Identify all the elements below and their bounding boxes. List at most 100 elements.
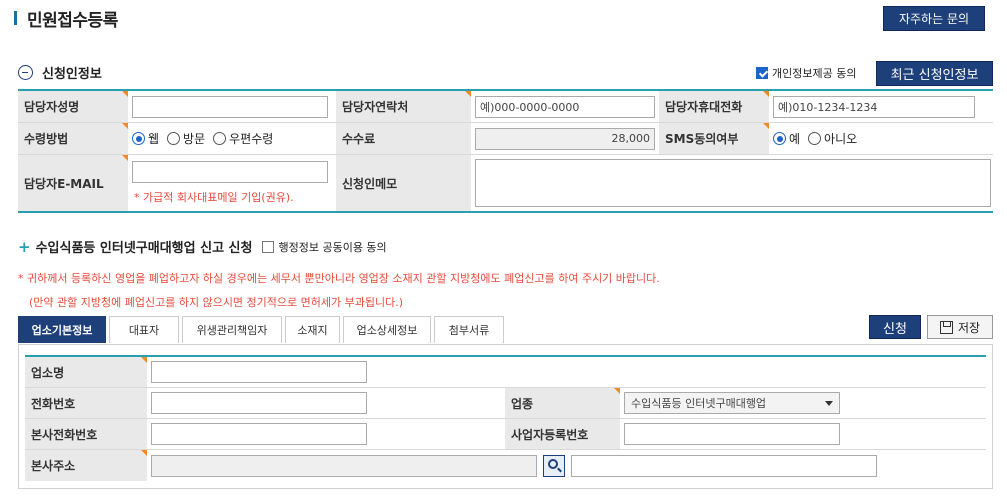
radio-sms-no[interactable] [808,132,822,145]
applicant-row-1: 담당자성명 담당자연락처 예)000-0000-0000 담당자휴대전화 예)0… [18,91,993,123]
manager-email-input[interactable] [132,161,328,183]
report-section-title: 수입식품등 인터넷구매대행업 신고 신청 [35,241,253,256]
report-section-header: + 수입식품등 인터넷구매대행업 신고 신청 행정정보 공동이용 동의 [18,237,387,257]
business-table: 업소명 전화번호 업종 수입식품등 인터넷구매대행업 본사전화번호 사업자등록번… [25,355,986,481]
plus-icon: + [18,237,31,256]
title-marker [14,11,17,25]
label-manager-name: 담당자성명 [18,91,128,122]
email-note: * 가급적 회사대표메일 기입(권유). [134,191,294,204]
cell-receive-method: 웹 방문 우편수령 [128,123,336,154]
receive-option-web[interactable]: 웹 [132,130,159,147]
radio-visit[interactable] [167,132,181,145]
cell-business-name [147,357,986,387]
privacy-consent-checkbox[interactable] [756,67,768,79]
phone-input[interactable] [151,392,367,414]
cell-sms-consent: 예 아니오 [769,123,993,154]
cell-manager-contact: 예)000-0000-0000 [471,91,659,122]
applicant-row-3: 담당자E-MAIL * 가급적 회사대표메일 기입(권유). 신청인메모 [18,155,993,211]
business-name-input[interactable] [151,361,367,383]
sms-option-yes[interactable]: 예 [773,130,800,147]
address-search-button[interactable] [543,454,565,477]
share-consent-checkbox[interactable] [262,240,275,253]
tab-location[interactable]: 소재지 [285,316,340,343]
hq-address-detail-input[interactable] [571,454,877,477]
applicant-section-title: 신청인정보 [42,67,102,82]
business-row-name: 업소명 [25,357,986,388]
applicant-table: 담당자성명 담당자연락처 예)000-0000-0000 담당자휴대전화 예)0… [18,89,993,213]
tab-representative[interactable]: 대표자 [109,316,179,343]
cell-applicant-memo [471,155,993,211]
label-manager-email: 담당자E-MAIL [18,155,128,211]
tab-hygiene-manager[interactable]: 위생관리책임자 [182,316,282,343]
cell-manager-email: * 가급적 회사대표메일 기입(권유). [128,155,336,211]
privacy-consent-label: 개인정보제공 동의 [772,67,857,80]
closure-warning-note: (만약 관할 지방청에 폐업신고를 하지 않으시면 정기적으로 면허세가 부과됩… [29,296,404,309]
page-title-bar: 민원접수등록 [14,6,118,31]
hq-address-input[interactable] [151,454,537,477]
label-phone: 전화번호 [25,388,147,418]
manager-mobile-input[interactable]: 예)010-1234-1234 [773,95,975,118]
applicant-row-2: 수령방법 웹 방문 우편수령 수수료 28,000 SMS동의여부 예 아니오 [18,123,993,155]
label-business-type: 업종 [505,388,620,418]
cell-fee: 28,000 [471,123,659,154]
label-manager-mobile: 담당자휴대전화 [659,91,769,122]
cell-hq-address [147,450,986,481]
business-basic-panel: 업소명 전화번호 업종 수입식품등 인터넷구매대행업 본사전화번호 사업자등록번… [18,344,993,489]
closure-warning: * 귀하께서 등록하신 영업을 폐업하고자 하실 경우에는 세무서 뿐만아니라 … [18,272,660,285]
tab-attachments[interactable]: 첨부서류 [434,316,504,343]
business-tabs: 업소기본정보 대표자 위생관리책임자 소재지 업소상세정보 첨부서류 [18,316,507,343]
sms-option-yes-label: 예 [789,132,801,146]
business-type-value: 수입식품등 인터넷구매대행업 [631,397,767,410]
sms-radios: 예 아니오 [773,130,857,147]
biz-reg-no-input[interactable] [624,423,840,445]
business-row-hq-address: 본사주소 [25,450,986,481]
applicant-memo-textarea[interactable] [475,159,991,207]
tab-business-basic[interactable]: 업소기본정보 [18,316,106,343]
share-consent-label: 행정정보 공동이용 동의 [278,240,387,254]
receive-method-radios: 웹 방문 우편수령 [132,130,273,147]
business-type-select[interactable]: 수입식품등 인터넷구매대행업 [624,392,840,414]
label-applicant-memo: 신청인메모 [336,155,471,211]
receive-option-visit-label: 방문 [183,132,206,146]
manager-contact-input[interactable]: 예)000-0000-0000 [475,95,655,118]
sms-option-no-label: 아니오 [824,132,858,146]
sms-option-no[interactable]: 아니오 [808,130,857,147]
label-manager-contact: 담당자연락처 [336,91,471,122]
privacy-consent[interactable]: 개인정보제공 동의 [756,65,856,81]
save-button-label: 저장 [957,320,981,335]
label-fee: 수수료 [336,123,471,154]
faq-button[interactable]: 자주하는 문의 [883,6,985,31]
label-business-name: 업소명 [25,357,147,387]
tab-business-detail[interactable]: 업소상세정보 [343,316,431,343]
label-biz-reg-no: 사업자등록번호 [505,419,620,449]
cell-manager-name [128,91,336,122]
cell-biz-reg-no [620,419,986,449]
search-icon [548,458,558,469]
radio-web[interactable] [132,132,145,145]
cell-hq-phone [147,419,505,449]
manager-name-input[interactable] [132,95,328,118]
receive-option-web-label: 웹 [148,132,160,146]
label-hq-address: 본사주소 [25,450,147,481]
label-receive-method: 수령방법 [18,123,128,154]
cell-phone [147,388,505,418]
business-row-hq-phone: 본사전화번호 사업자등록번호 [25,419,986,450]
collapse-icon[interactable] [18,65,33,80]
save-icon [939,320,953,334]
page-title: 민원접수등록 [27,10,118,31]
cell-manager-mobile: 예)010-1234-1234 [769,91,993,122]
receive-option-mail[interactable]: 우편수령 [213,130,273,147]
receive-option-mail-label: 우편수령 [229,132,274,146]
hq-phone-input[interactable] [151,423,367,445]
cell-business-type: 수입식품등 인터넷구매대행업 [620,388,986,418]
recent-applicant-button[interactable]: 최근 신청인정보 [876,61,993,86]
label-hq-phone: 본사전화번호 [25,419,147,449]
save-button[interactable]: 저장 [927,315,993,339]
receive-option-visit[interactable]: 방문 [167,130,205,147]
chevron-down-icon [825,400,833,406]
radio-mail[interactable] [213,132,227,145]
label-sms-consent: SMS동의여부 [659,123,769,154]
share-consent[interactable]: 행정정보 공동이용 동의 [262,239,387,255]
apply-button[interactable]: 신청 [869,315,921,339]
radio-sms-yes[interactable] [773,132,786,145]
